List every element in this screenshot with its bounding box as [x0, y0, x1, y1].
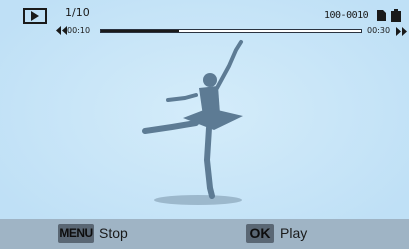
progress-bar	[100, 29, 362, 33]
image-counter: 1/10	[65, 6, 90, 19]
stop-label: Stop	[99, 225, 128, 241]
rewind-icon	[56, 26, 67, 35]
file-number: 100-0010	[324, 10, 369, 21]
camera-screen: 1/10 100-0010 00:10 00:30 MENU Stop OK P…	[0, 0, 409, 249]
menu-button[interactable]: MENU	[58, 224, 94, 243]
elapsed-time: 00:10	[67, 26, 91, 35]
play-icon	[31, 11, 39, 21]
playback-mode-icon	[23, 8, 47, 24]
fast-forward-icon	[396, 27, 407, 36]
memory-card-icon	[377, 10, 386, 21]
play-label: Play	[280, 225, 308, 241]
battery-icon	[391, 9, 401, 22]
progress-fill	[101, 30, 179, 32]
total-time: 00:30	[367, 26, 391, 35]
ballerina-photo	[0, 0, 409, 249]
ok-button[interactable]: OK	[246, 224, 274, 243]
bottom-bar: MENU Stop OK Play	[0, 219, 409, 249]
